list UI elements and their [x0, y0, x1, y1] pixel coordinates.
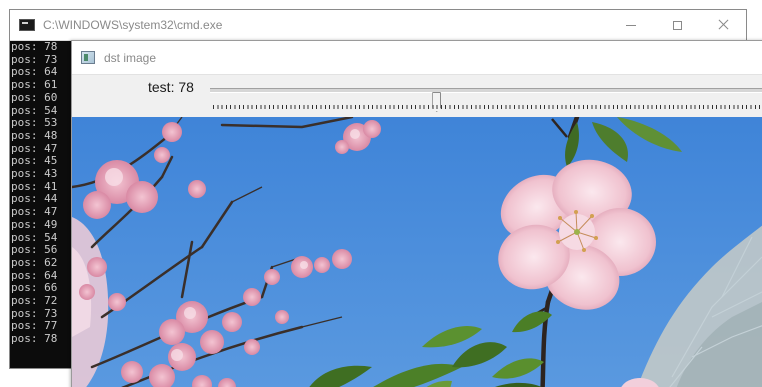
console-line: pos: 78 [11, 332, 58, 346]
image-window-icon [81, 51, 95, 64]
minimize-button[interactable] [608, 10, 654, 40]
console-line: pos: 47 [11, 205, 58, 219]
console-icon [19, 19, 35, 31]
close-icon [717, 19, 729, 31]
console-line: pos: 60 [11, 90, 58, 104]
console-line: pos: 43 [11, 167, 58, 181]
trackbar-label: test: 78 [148, 79, 194, 95]
trackbar: test: 78 [72, 75, 762, 118]
dst-image-window: dst image test: 78 [71, 40, 762, 387]
console-line: pos: 48 [11, 128, 58, 142]
console-line: pos: 78 [11, 40, 58, 53]
console-line: pos: 62 [11, 255, 58, 269]
console-line: pos: 72 [11, 294, 58, 308]
trackbar-thumb[interactable] [432, 92, 442, 112]
maximize-button[interactable] [654, 10, 700, 40]
minimize-icon [626, 24, 636, 26]
desktop: C:\WINDOWS\system32\cmd.exe pos: 78 pos: … [0, 0, 762, 387]
console-output[interactable]: pos: 78 pos: 73 pos: 64 pos: 61 pos: 60 pos: … [10, 40, 72, 368]
dst-titlebar[interactable]: dst image [72, 41, 762, 75]
console-line: pos: 61 [11, 78, 58, 92]
blossom-photo [72, 117, 762, 387]
blossom-photo-image [72, 117, 762, 387]
cmd-titlebar[interactable]: C:\WINDOWS\system32\cmd.exe [10, 10, 746, 41]
trackbar-ticks [213, 105, 762, 109]
trackbar-slider[interactable] [210, 88, 762, 112]
maximize-icon [672, 20, 682, 30]
close-button[interactable] [700, 10, 746, 40]
console-line: pos: 49 [11, 217, 58, 231]
dst-window-title: dst image [104, 50, 157, 65]
cmd-window-title: C:\WINDOWS\system32\cmd.exe [43, 18, 223, 32]
